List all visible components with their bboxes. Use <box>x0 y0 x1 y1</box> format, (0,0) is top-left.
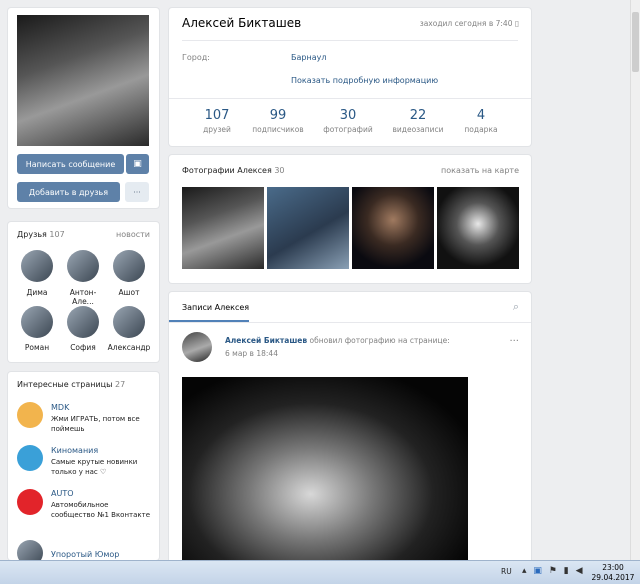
vertical-scrollbar[interactable] <box>630 0 640 560</box>
stat-label: видеозаписи <box>392 125 444 134</box>
clock[interactable]: 23:00 29.04.2017 <box>588 563 638 583</box>
post-action-text: обновил фотографию на странице: <box>309 336 450 345</box>
stat-label: друзей <box>203 125 231 134</box>
page-name[interactable]: AUTO <box>51 489 74 498</box>
stat-friends[interactable]: 107 друзей <box>189 108 245 134</box>
windows-taskbar: RU ▴ ▣ ⚑ ▮ ◀ 23:00 29.04.2017 <box>0 560 640 584</box>
page-name[interactable]: Киномания <box>51 446 98 455</box>
page-desc: Самые крутые новинки только у нас ♡ <box>51 458 138 476</box>
scrollbar-thumb[interactable] <box>632 12 639 72</box>
page-desc: Жми ИГРАТЬ, потом все поймешь <box>51 415 140 433</box>
clock-date: 29.04.2017 <box>591 573 635 582</box>
pages-title-text: Интересные страницы <box>17 380 113 389</box>
signal-icon[interactable]: ▮ <box>564 566 571 576</box>
page-name[interactable]: Упоротый Юмор <box>51 550 119 559</box>
pages-title[interactable]: Интересные страницы 27 <box>17 380 125 389</box>
stat-number: 22 <box>409 108 427 123</box>
stat-number: 107 <box>204 108 230 123</box>
stat-number: 99 <box>269 108 287 123</box>
friend-avatar[interactable] <box>21 250 53 282</box>
page-desc: Автомобильное сообщество №1 Вконтакте <box>51 501 151 519</box>
post-date[interactable]: 6 мар в 18:44 <box>225 349 278 358</box>
photo-thumbnail[interactable] <box>437 187 519 269</box>
pages-count: 27 <box>114 380 126 389</box>
friend-name[interactable]: Дима <box>15 288 59 297</box>
volume-icon[interactable]: ◀ <box>576 566 585 576</box>
friend-avatar[interactable] <box>67 250 99 282</box>
network-icon[interactable]: ▣ <box>533 566 544 576</box>
friend-avatar[interactable] <box>113 306 145 338</box>
post-header: Алексей Бикташев обновил фотографию на с… <box>225 336 495 345</box>
stat-photos[interactable]: 30 фотографий <box>319 108 377 134</box>
last-seen-text: заходил сегодня в 7:40 <box>419 19 513 28</box>
friend-name[interactable]: София <box>61 343 105 352</box>
wall-tab[interactable]: Записи Алексея <box>182 303 249 312</box>
profile-name: Алексей Бикташев <box>182 16 302 30</box>
gift-icon: ▣ <box>133 159 142 169</box>
city-link[interactable]: Барнаул <box>291 53 326 62</box>
photo-thumbnail[interactable] <box>267 187 349 269</box>
show-on-map-link[interactable]: показать на карте <box>441 166 519 175</box>
page-avatar-auto[interactable] <box>17 489 43 515</box>
friend-avatar[interactable] <box>21 306 53 338</box>
search-icon[interactable]: ⌕ <box>513 300 519 314</box>
photos-title[interactable]: Фотографии Алексея 30 <box>182 166 285 175</box>
add-friend-button[interactable]: Добавить в друзья <box>17 182 120 202</box>
last-seen-status: заходил сегодня в 7:40 ▯ <box>420 19 519 28</box>
photos-count: 30 <box>274 166 285 175</box>
divider <box>182 40 518 41</box>
stat-label: подписчиков <box>252 125 304 134</box>
post-author-avatar[interactable] <box>182 332 212 362</box>
flag-icon[interactable]: ⚑ <box>549 566 559 576</box>
post-author-link[interactable]: Алексей Бикташев <box>225 336 307 345</box>
gift-button[interactable]: ▣ <box>126 154 149 174</box>
city-label: Город: <box>182 53 210 62</box>
mobile-icon: ▯ <box>514 19 519 28</box>
photo-thumbnail[interactable] <box>352 187 434 269</box>
profile-photo[interactable] <box>17 15 149 146</box>
friend-avatar[interactable] <box>113 250 145 282</box>
divider <box>169 98 531 99</box>
photo-thumbnail[interactable] <box>182 187 264 269</box>
show-more-info-link[interactable]: Показать подробную информацию <box>291 76 438 85</box>
stat-videos[interactable]: 22 видеозаписи <box>387 108 449 134</box>
profile-avatar-card: Написать сообщение ▣ Добавить в друзья ·… <box>8 8 159 208</box>
photos-card: Фотографии Алексея 30 показать на карте <box>169 155 531 283</box>
stat-followers[interactable]: 99 подписчиков <box>248 108 308 134</box>
page-name[interactable]: MDK <box>51 403 69 412</box>
wall-card: Записи Алексея ⌕ Алексей Бикташев обнови… <box>169 292 531 572</box>
post-photo[interactable] <box>182 377 468 572</box>
stat-number: 30 <box>339 108 357 123</box>
clock-time: 23:00 <box>602 563 624 572</box>
more-actions-button[interactable]: ··· <box>125 182 149 202</box>
friends-card: Друзья 107 новости Дима Антон-Але... Ашо… <box>8 222 159 362</box>
stat-gifts[interactable]: 4 подарка <box>456 108 506 134</box>
photos-title-text: Фотографии Алексея <box>182 166 272 175</box>
profile-info-card: Алексей Бикташев заходил сегодня в 7:40 … <box>169 8 531 146</box>
page-avatar-mdk[interactable] <box>17 402 43 428</box>
interesting-pages-card: Интересные страницы 27 MDK Жми ИГРАТЬ, п… <box>8 372 159 566</box>
language-indicator[interactable]: RU <box>501 567 512 576</box>
stat-label: подарка <box>464 125 498 134</box>
friends-count: 107 <box>49 230 65 239</box>
stat-number: 4 <box>476 108 486 123</box>
friend-name[interactable]: Роман <box>15 343 59 352</box>
friends-news-link[interactable]: новости <box>116 230 150 239</box>
page-avatar-kinomania[interactable] <box>17 445 43 471</box>
divider <box>169 322 531 323</box>
arrow-up-icon[interactable]: ▴ <box>522 566 529 576</box>
friend-name[interactable]: Александр <box>107 343 151 352</box>
friend-name[interactable]: Антон-Але... <box>61 288 105 306</box>
friend-name[interactable]: Ашот <box>107 288 151 297</box>
post-menu-button[interactable]: ··· <box>509 336 519 347</box>
friends-title-text: Друзья <box>17 230 47 239</box>
tray-icons: ▴ ▣ ⚑ ▮ ◀ <box>522 566 585 576</box>
friends-title[interactable]: Друзья 107 <box>17 230 65 239</box>
stat-label: фотографий <box>323 125 373 134</box>
send-message-button[interactable]: Написать сообщение <box>17 154 124 174</box>
friend-avatar[interactable] <box>67 306 99 338</box>
